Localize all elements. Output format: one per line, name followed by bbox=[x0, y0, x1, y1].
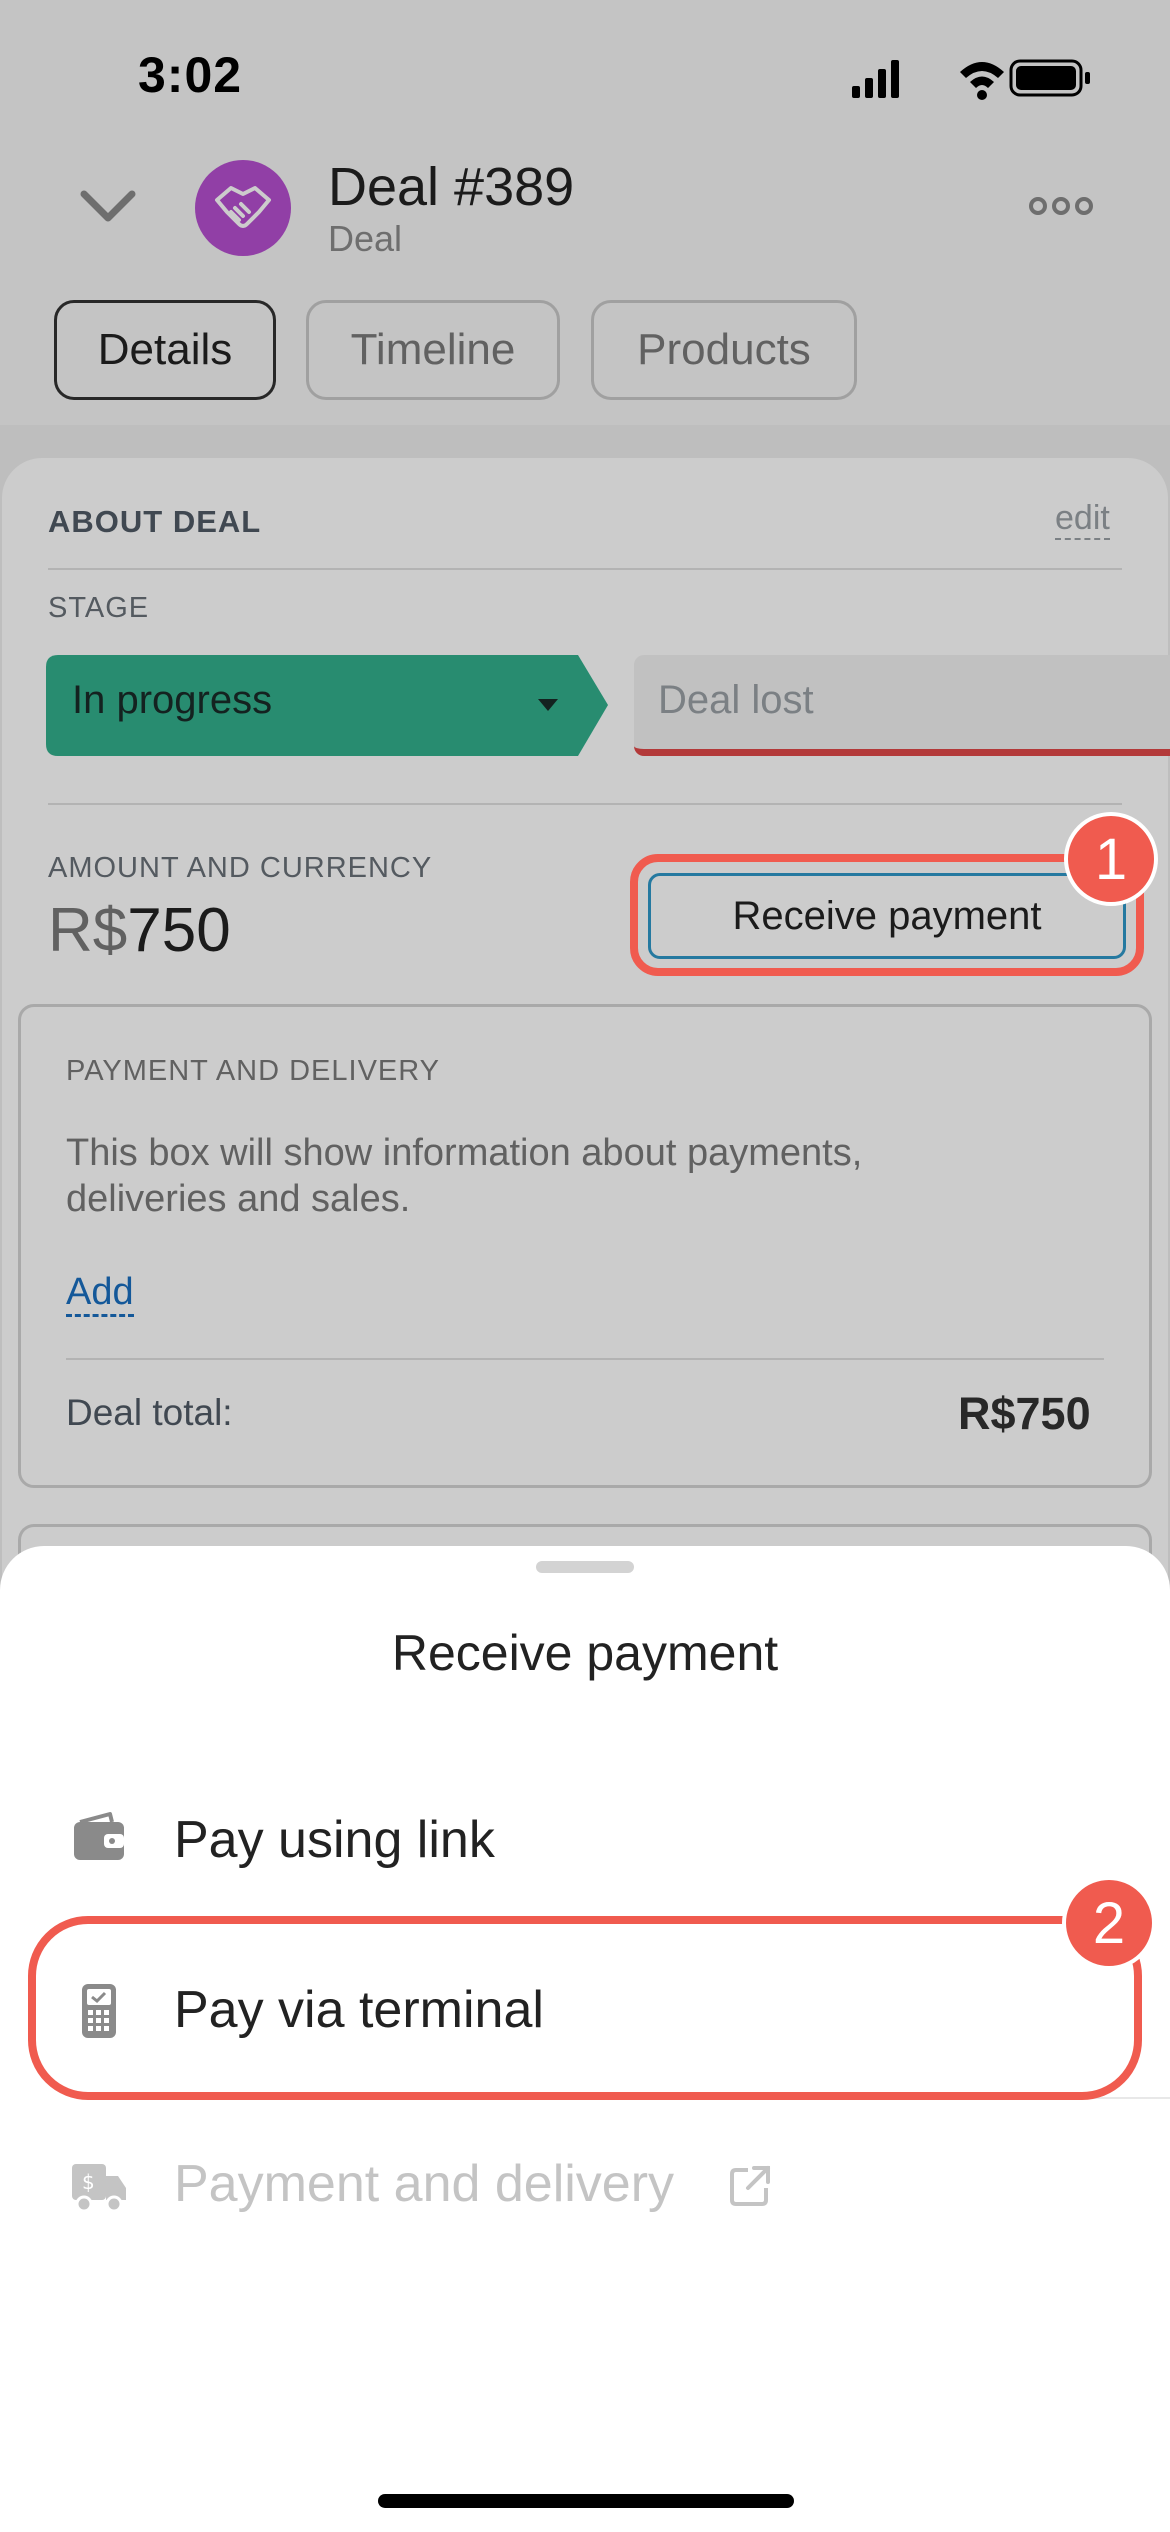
sheet-title: Receive payment bbox=[391, 1625, 779, 1681]
menu-label-payment-and-delivery: Payment and delivery bbox=[174, 2155, 675, 2213]
wallet-icon bbox=[74, 1812, 124, 1860]
sheet-grabber[interactable] bbox=[536, 1561, 634, 1573]
step-badge-1: 1 bbox=[1064, 812, 1158, 906]
menu-item-payment-and-delivery: $ Payment and delivery bbox=[0, 2110, 1170, 2260]
step-badge-2: 2 bbox=[1062, 1876, 1156, 1970]
home-indicator bbox=[378, 2494, 794, 2508]
menu-label-pay-using-link: Pay using link bbox=[174, 1811, 495, 1869]
svg-text:$: $ bbox=[82, 2170, 95, 2194]
menu-item-pay-using-link[interactable]: Pay using link bbox=[0, 1762, 1170, 1912]
delivery-truck-icon: $ bbox=[72, 2164, 126, 2213]
highlight-frame-2 bbox=[28, 1916, 1142, 2100]
external-link-icon bbox=[730, 2166, 770, 2206]
